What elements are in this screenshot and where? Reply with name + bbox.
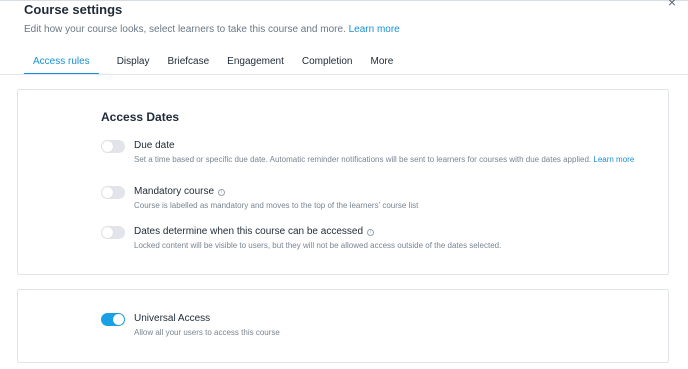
dates-access-label: Dates determine when this course can be …	[134, 226, 364, 237]
learn-more-link[interactable]: Learn more	[349, 24, 400, 35]
due-date-row: Due date Set a time based or specific du…	[101, 139, 644, 167]
page-subtitle: Edit how your course looks, select learn…	[24, 24, 400, 36]
tab-briefcase[interactable]: Briefcase	[167, 52, 209, 74]
page-header: Course settings Edit how your course loo…	[24, 2, 400, 36]
due-date-desc-text: Set a time based or specific due date. A…	[134, 155, 592, 164]
page-title: Course settings	[24, 2, 123, 17]
mandatory-course-toggle[interactable]	[101, 186, 125, 199]
dates-access-label-wrap: Dates determine when this course can be …	[134, 225, 644, 238]
dates-access-description: Locked content will be visible to users,…	[134, 241, 502, 250]
tabs-divider	[0, 74, 688, 75]
universal-access-toggle[interactable]	[101, 313, 125, 326]
tab-completion[interactable]: Completion	[302, 52, 353, 74]
due-date-description: Set a time based or specific due date. A…	[134, 153, 644, 167]
tab-display[interactable]: Display	[117, 52, 150, 74]
top-border	[0, 0, 688, 1]
due-date-learn-more-link[interactable]: Learn more	[593, 155, 634, 164]
settings-tabs: Access rules Display Briefcase Engagemen…	[24, 52, 688, 75]
mandatory-course-label-wrap: Mandatory course i	[134, 185, 644, 198]
access-dates-card: Access Dates Due date Set a time based o…	[17, 89, 669, 275]
mandatory-course-row: Mandatory course i Course is labelled as …	[101, 185, 644, 213]
due-date-label: Due date	[134, 140, 175, 151]
tab-access-rules[interactable]: Access rules	[24, 52, 99, 75]
dates-access-row: Dates determine when this course can be …	[101, 225, 644, 253]
mandatory-course-description: Course is labelled as mandatory and move…	[134, 201, 419, 210]
close-icon[interactable]: ×	[668, 0, 676, 10]
dates-access-toggle[interactable]	[101, 226, 125, 239]
due-date-toggle[interactable]	[101, 140, 125, 153]
subtitle-text: Edit how your course looks, select learn…	[24, 24, 346, 35]
section-title-access-dates: Access Dates	[101, 110, 180, 124]
universal-access-label: Universal Access	[134, 313, 211, 324]
tab-more[interactable]: More	[370, 52, 393, 74]
universal-access-row: Universal Access Allow all your users to…	[101, 312, 644, 340]
tab-engagement[interactable]: Engagement	[227, 52, 284, 74]
info-icon[interactable]: i	[218, 189, 226, 196]
universal-access-card: Universal Access Allow all your users to…	[17, 289, 669, 363]
mandatory-course-label: Mandatory course	[134, 186, 215, 197]
universal-access-description: Allow all your users to access this cour…	[134, 328, 280, 337]
info-icon[interactable]: i	[367, 229, 375, 236]
